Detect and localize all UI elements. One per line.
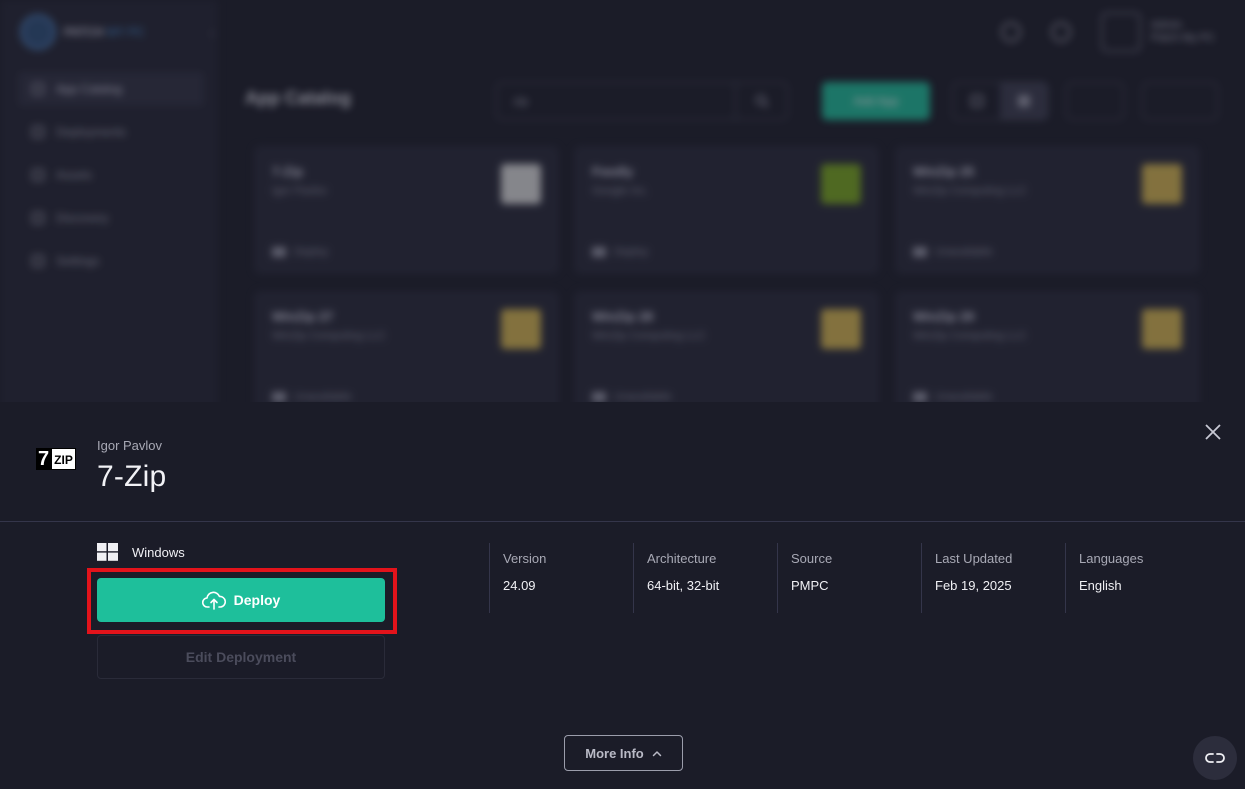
app-logo-icon	[501, 164, 541, 204]
meta-label: Architecture	[647, 551, 717, 566]
card-status: Deploy	[592, 246, 648, 258]
more-info-label: More Info	[585, 745, 644, 761]
app-logo-icon	[821, 164, 861, 204]
sort-button[interactable]	[1066, 82, 1124, 120]
search-button[interactable]	[735, 83, 787, 119]
close-icon	[1205, 424, 1221, 440]
meta-value: 64-bit, 32-bit	[647, 578, 720, 593]
app-card[interactable]: WinZip 29 WinZip Computing LLC Unavailab…	[895, 291, 1200, 419]
asset-icon	[32, 169, 44, 181]
app-card[interactable]: WinZip 27 WinZip Computing LLC Unavailab…	[254, 291, 559, 419]
app-logo-icon	[821, 309, 861, 349]
sidebar-item-label: Deployments	[56, 125, 127, 139]
help-icon[interactable]	[1000, 22, 1021, 42]
grid-view-icon[interactable]	[953, 83, 1000, 119]
app-root: PATCH MY PC ‹ App Catalog Deployments As…	[0, 0, 1245, 789]
search-value: zip	[513, 94, 529, 108]
search-input[interactable]: zip	[496, 82, 788, 120]
app-logo-icon: 7 ZIP	[36, 448, 76, 470]
meta-label: Version	[503, 551, 547, 566]
meta-languages: Languages English	[1065, 543, 1215, 613]
cloud-upload-icon	[201, 591, 226, 610]
brand-name: PATCH MY PC	[64, 25, 145, 39]
app-detail-panel: 7 ZIP Igor Pavlov 7-Zip Windows Deploy E…	[0, 402, 1245, 789]
meta-last-updated: Last Updated Feb 19, 2025	[921, 543, 1065, 613]
windows-icon	[97, 543, 118, 561]
meta-value: 24.09	[503, 578, 536, 593]
search-icon	[755, 94, 769, 108]
platform-name: Windows	[132, 544, 185, 560]
meta-label: Source	[791, 551, 833, 566]
app-vendor: Igor Pavlov	[97, 438, 163, 453]
sidebar-item-label: App Catalog	[56, 82, 123, 96]
user-role: Patch My PC	[1150, 32, 1215, 44]
meta-source: Source PMPC	[777, 543, 921, 613]
link-button[interactable]	[1193, 736, 1237, 780]
sidebar-item-discovery[interactable]: Discovery	[18, 201, 204, 235]
meta-label: Languages	[1079, 551, 1144, 566]
filter-button[interactable]	[1142, 82, 1218, 120]
deploy-button[interactable]: Deploy	[97, 578, 385, 622]
link-icon	[1205, 753, 1225, 763]
deploy-button-label: Deploy	[233, 592, 281, 608]
app-logo-icon	[1142, 164, 1182, 204]
sidebar-collapse-icon[interactable]: ‹	[210, 26, 214, 40]
app-card[interactable]: Feedly Google Inc. Deploy	[574, 146, 879, 274]
discovery-icon	[32, 212, 44, 224]
brand: PATCH MY PC	[20, 14, 145, 50]
app-card[interactable]: 7-Zip Igor Pavlov Deploy	[254, 146, 559, 274]
meta-value: PMPC	[791, 578, 829, 593]
meta-architecture: Architecture 64-bit, 32-bit	[633, 543, 777, 613]
close-button[interactable]	[1203, 422, 1223, 442]
divider	[0, 521, 1245, 522]
notification-icon[interactable]	[1050, 22, 1071, 42]
app-logo-icon	[501, 309, 541, 349]
app-card[interactable]: WinZip 28 WinZip Computing LLC Unavailab…	[574, 291, 879, 419]
platform-label: Windows	[97, 543, 185, 561]
card-status: Unavailable	[913, 246, 992, 258]
chevron-up-icon	[652, 750, 661, 756]
grid-icon	[32, 83, 44, 95]
meta-value: Feb 19, 2025	[935, 578, 1012, 593]
logo-seven: 7	[36, 448, 51, 470]
sidebar-item-assets[interactable]: Assets	[18, 158, 204, 192]
page-title: App Catalog	[245, 88, 351, 108]
topbar-right: Admin Patch My PC	[1000, 12, 1215, 52]
gear-icon	[32, 255, 44, 267]
avatar	[1100, 12, 1141, 52]
logo-zip: ZIP	[51, 448, 76, 470]
meta-value: English	[1079, 578, 1122, 593]
app-card[interactable]: WinZip 25 WinZip Computing LLC Unavailab…	[895, 146, 1200, 274]
app-title: 7-Zip	[97, 460, 167, 493]
more-info-button[interactable]: More Info	[564, 735, 683, 771]
list-view-icon[interactable]	[1000, 83, 1047, 119]
meta-label: Last Updated	[935, 551, 1013, 566]
sidebar-item-settings[interactable]: Settings	[18, 244, 204, 278]
deploy-icon	[32, 126, 44, 138]
card-status: Deploy	[272, 246, 328, 258]
sidebar-nav: App Catalog Deployments Assets Discovery…	[18, 72, 204, 287]
sidebar-item-deployments[interactable]: Deployments	[18, 115, 204, 149]
sidebar-item-label: Assets	[56, 168, 93, 182]
user-menu[interactable]: Admin Patch My PC	[1100, 12, 1215, 52]
edit-deployment-button: Edit Deployment	[97, 635, 385, 679]
brand-logo-icon	[20, 14, 56, 50]
user-info: Admin Patch My PC	[1151, 19, 1215, 45]
sidebar-item-label: Discovery	[56, 211, 109, 225]
app-logo-icon	[1142, 309, 1182, 349]
sidebar-item-label: Settings	[56, 254, 100, 268]
view-toggle[interactable]	[952, 82, 1048, 120]
sidebar-item-app-catalog[interactable]: App Catalog	[18, 72, 204, 106]
meta-version: Version 24.09	[489, 543, 633, 613]
add-app-button[interactable]: Add App	[822, 82, 930, 120]
user-name: Admin	[1150, 19, 1182, 31]
